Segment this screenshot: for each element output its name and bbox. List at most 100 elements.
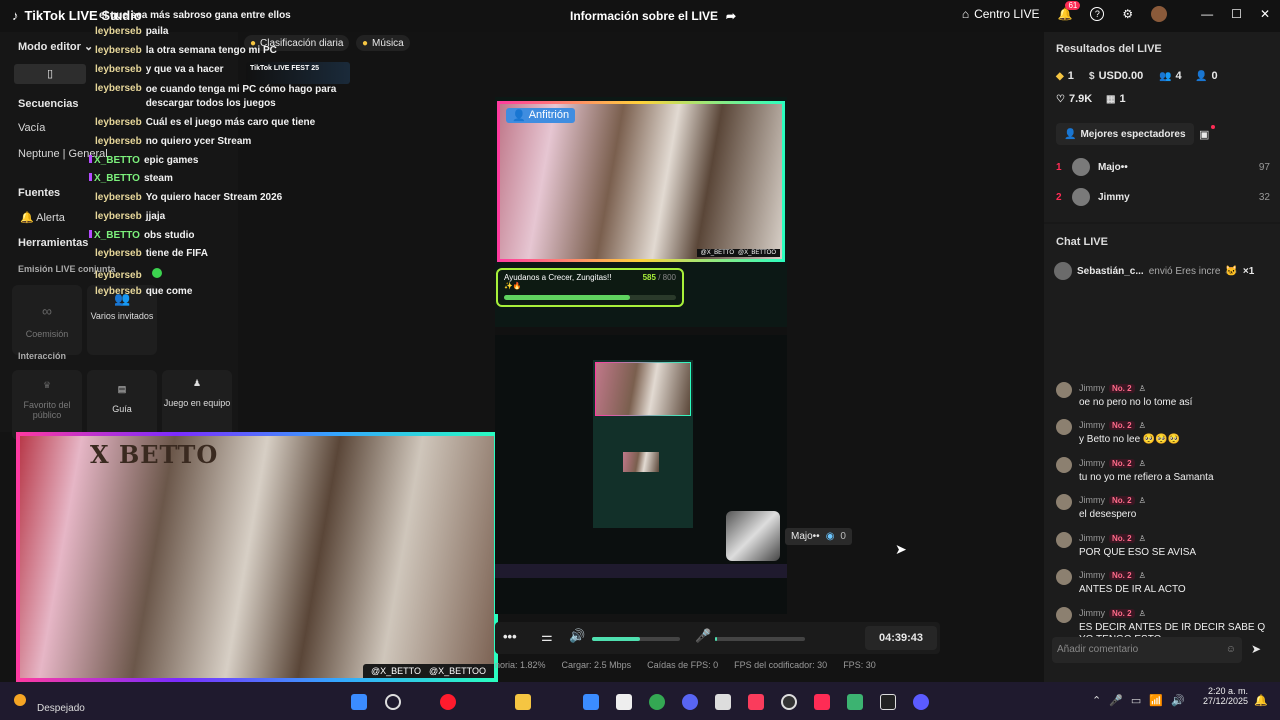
juego-equipo-button[interactable]: ♟ Juego en equipo bbox=[162, 370, 232, 440]
comment-user: Jimmy bbox=[1079, 495, 1105, 505]
emoji-icon bbox=[151, 268, 162, 278]
rank-badge: No. 2 bbox=[1109, 458, 1135, 468]
epic-games-icon[interactable] bbox=[880, 694, 896, 710]
phone-layout-button[interactable]: ▯ bbox=[14, 64, 86, 84]
clock[interactable]: 2:20 a. m. 27/12/2025 bbox=[1198, 686, 1248, 706]
start-icon[interactable] bbox=[351, 694, 367, 710]
search-icon[interactable] bbox=[385, 694, 401, 710]
channel-logo: X BETTO bbox=[90, 440, 219, 469]
more-options-icon[interactable]: ••• bbox=[503, 629, 517, 644]
results-title: Resultados del LIVE bbox=[1056, 43, 1162, 55]
livefest-banner[interactable]: TikTok LIVE FEST 25 bbox=[246, 62, 350, 84]
maximize-button[interactable]: ☐ bbox=[1231, 7, 1242, 21]
chrome-icon[interactable] bbox=[649, 694, 665, 710]
help-icon[interactable]: ? bbox=[1090, 7, 1105, 21]
close-button[interactable]: ✕ bbox=[1260, 7, 1270, 21]
speaker-icon[interactable]: 🔊 bbox=[569, 628, 585, 644]
stat-item: 👥 4 bbox=[1159, 70, 1182, 82]
overlay-chat-user: leyberseb bbox=[95, 83, 142, 94]
gift-icon: 🐱 bbox=[1225, 265, 1238, 277]
comment-header: Jimmy No. 2 ♙ bbox=[1079, 608, 1146, 618]
app-icon[interactable] bbox=[847, 694, 863, 710]
tab-musica[interactable]: ● Música bbox=[356, 35, 410, 51]
notification-center-icon[interactable]: 🔔 bbox=[1254, 694, 1268, 707]
heart-icon: ♡ bbox=[1056, 93, 1065, 105]
overlay-chat-user: leyberseb bbox=[95, 192, 142, 203]
avatar[interactable] bbox=[1151, 6, 1168, 22]
sequence-item-vacia[interactable]: Vacía bbox=[18, 122, 45, 134]
mic-icon[interactable]: 🎤 bbox=[695, 628, 711, 644]
social-handles: @X_BETTO @X_BETTOO bbox=[363, 664, 494, 678]
comment-user: Jimmy bbox=[1079, 533, 1105, 543]
phone-icon: ▯ bbox=[46, 68, 54, 80]
obs-icon[interactable] bbox=[781, 694, 797, 710]
source-item-alerta[interactable]: 🔔 Alerta bbox=[20, 211, 65, 224]
opera-icon[interactable] bbox=[440, 694, 456, 710]
overlay-chat-user: leyberseb bbox=[95, 211, 142, 222]
centro-live-button[interactable]: ⌂ Centro LIVE bbox=[962, 7, 1040, 21]
mic-slider[interactable] bbox=[715, 637, 805, 641]
nested-screen-capture bbox=[495, 327, 787, 614]
gift-notice: Sebastián_c... envió Eres incre 🐱 ×1 bbox=[1054, 260, 1274, 282]
cpu-status: noria: 1.82% bbox=[495, 660, 546, 670]
comment-user: Jimmy bbox=[1079, 420, 1105, 430]
link-icon: ∞ bbox=[42, 303, 52, 319]
send-icon[interactable]: ➤ bbox=[1251, 642, 1261, 656]
overlay-chat-user: X_BETTO bbox=[94, 155, 140, 166]
weather-text: Despejado bbox=[37, 703, 85, 714]
moderator-icon: ♙ bbox=[1138, 495, 1146, 505]
notion-icon[interactable] bbox=[616, 694, 632, 710]
floating-user-chip: Majo•• ◉ 0 bbox=[785, 528, 852, 545]
weather-icon bbox=[14, 694, 26, 706]
tiktok-studio-icon[interactable] bbox=[814, 694, 830, 710]
stat-item: ♡ 7.9K bbox=[1056, 93, 1093, 105]
favorito-button[interactable]: ♛ Favorito del público bbox=[12, 370, 82, 440]
overlay-chat-message: tiene de FIFA bbox=[145, 248, 208, 259]
volume-slider[interactable] bbox=[592, 637, 680, 641]
expand-icon[interactable]: ▣ bbox=[1199, 128, 1209, 141]
discord-icon[interactable] bbox=[682, 694, 698, 710]
team-game-icon: ♟ bbox=[192, 378, 202, 388]
minimize-button[interactable]: — bbox=[1201, 7, 1213, 21]
chevron-down-icon: ⌄ bbox=[84, 41, 94, 53]
coemision-button[interactable]: ∞ Coemisión bbox=[12, 285, 82, 355]
overlay-chat-message: el que sea más sabroso gana entre ellos bbox=[99, 10, 291, 21]
top-viewers-button[interactable]: 👤 Mejores espectadores bbox=[1056, 123, 1194, 145]
modo-editor-dropdown[interactable]: Modo editor ⌄ bbox=[18, 40, 93, 53]
dropped-frames-status: Caídas de FPS: 0 bbox=[647, 660, 719, 670]
comment-header: Jimmy No. 2 ♙ bbox=[1079, 570, 1146, 580]
badge-icon bbox=[89, 230, 92, 238]
overlay-chat-line: leyberseb Cuál es el juego más caro que t… bbox=[95, 117, 315, 128]
folder-icon[interactable] bbox=[515, 694, 531, 710]
comment-user: Jimmy bbox=[1079, 383, 1105, 393]
camera-source[interactable]: X BETTO @X_BETTO @X_BETTOO bbox=[16, 432, 498, 682]
share-icon[interactable]: ➦ bbox=[726, 9, 736, 23]
overlay-chat-line: leyberseb bbox=[95, 268, 162, 281]
calendar-icon[interactable] bbox=[715, 694, 731, 710]
encoder-fps-status: FPS del codificador: 30 bbox=[734, 660, 828, 670]
overlay-chat-line: leyberseb oe cuando tenga mi PC cómo hago… bbox=[95, 83, 376, 111]
overlay-chat-line: leyberseb jjaja bbox=[95, 211, 165, 222]
notification-button[interactable]: 🔔 61 bbox=[1057, 1, 1081, 21]
live-info-title[interactable]: Información sobre el LIVE ➦ bbox=[570, 9, 736, 23]
guia-button[interactable]: ▤ Guía bbox=[87, 370, 157, 440]
host-camera-frame[interactable]: 👤 Anfitrión @X_BETTO @X_BETTOO bbox=[497, 101, 785, 262]
app2-icon[interactable] bbox=[913, 694, 929, 710]
rank-badge: No. 2 bbox=[1109, 495, 1135, 505]
viewer-row[interactable]: 1 Majo•• 97 bbox=[1056, 158, 1270, 176]
nested-preview bbox=[593, 360, 693, 528]
live-results-section: Resultados del LIVE ◆ 1 $ USD0.00 👥 4 👤 0 ♡ 7.9K ▦… bbox=[1044, 32, 1280, 222]
overlay-chat-message: jjaja bbox=[145, 211, 166, 222]
control-bar: ••• ⚌ 🔊 🎤 04:39:43 bbox=[495, 622, 940, 654]
stat-item: ▦ 1 bbox=[1106, 93, 1126, 105]
comment-input[interactable]: Añadir comentario ☺ bbox=[1052, 637, 1242, 663]
overlay-chat-message: Yo quiero hacer Stream 2026 bbox=[145, 192, 283, 203]
todo-icon[interactable] bbox=[583, 694, 599, 710]
moderator-icon: ♙ bbox=[1138, 570, 1146, 580]
viewer-row[interactable]: 2 Jimmy 32 bbox=[1056, 188, 1270, 206]
music-app-icon[interactable] bbox=[748, 694, 764, 710]
red-dot-indicator bbox=[1211, 125, 1215, 129]
gear-icon[interactable]: ⚙ bbox=[1122, 7, 1133, 21]
mixer-icon[interactable]: ⚌ bbox=[541, 629, 553, 645]
emoji-icon[interactable]: ☺ bbox=[1226, 637, 1236, 663]
